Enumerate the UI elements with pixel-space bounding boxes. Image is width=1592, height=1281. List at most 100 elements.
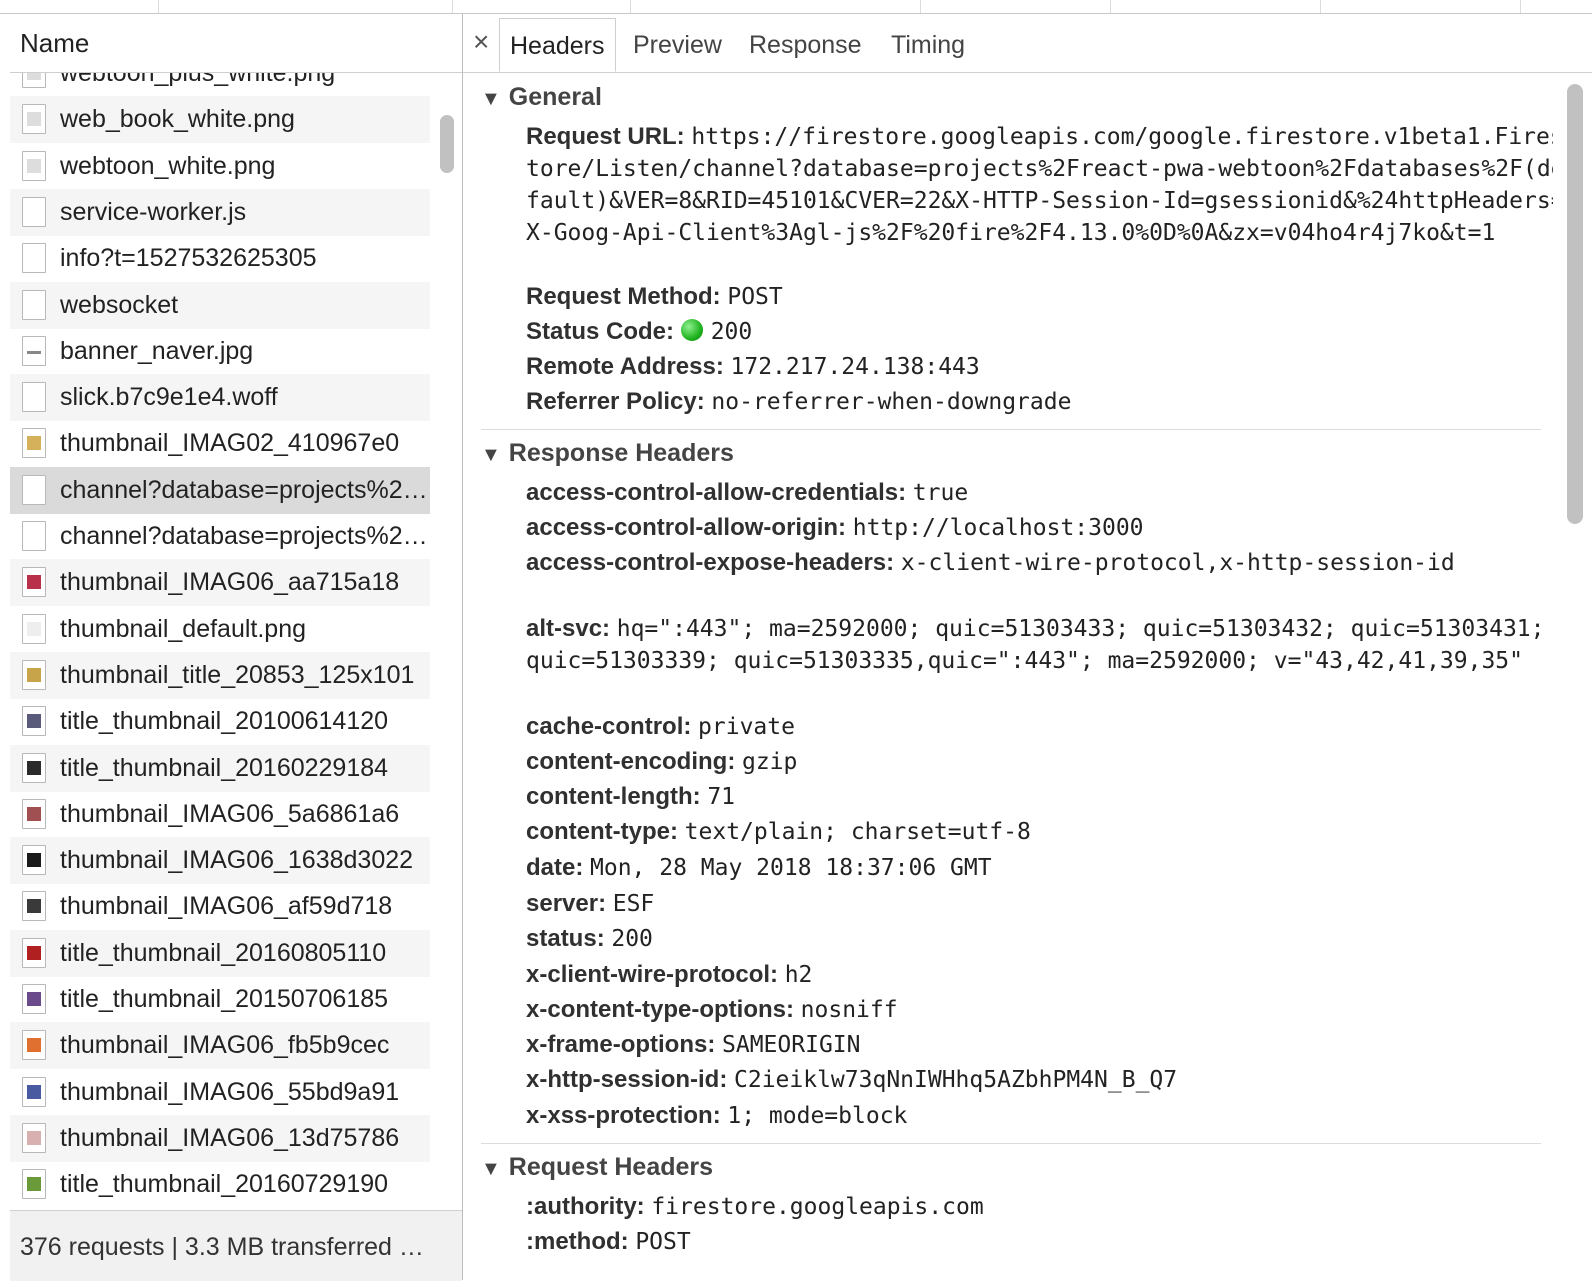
- image-icon: [22, 1076, 46, 1107]
- triangle-down-icon: ▼: [481, 444, 501, 466]
- header-row: access-control-expose-headers: x-client-…: [526, 547, 1553, 579]
- request-row[interactable]: channel?database=projects%2Freact-pwa-we…: [10, 513, 430, 560]
- request-row[interactable]: webtoon_plus_white.png: [10, 73, 430, 97]
- request-name: title_thumbnail_20100614120: [60, 707, 389, 736]
- request-row[interactable]: thumbnail_IMAG06_55bd9a91: [10, 1069, 430, 1116]
- request-name: thumbnail_IMAG06_5a6861a6: [60, 799, 400, 828]
- header-key: :method:: [526, 1228, 629, 1255]
- document-icon: [22, 289, 46, 320]
- header-key: access-control-allow-credentials:: [526, 479, 907, 506]
- request-list-scrollbar[interactable]: [430, 73, 462, 1223]
- request-row[interactable]: websocket: [10, 281, 430, 329]
- header-row: access-control-allow-credentials: true: [526, 477, 1553, 509]
- tab-preview[interactable]: Preview: [623, 18, 732, 72]
- header-row: access-control-allow-origin: http://loca…: [526, 512, 1553, 544]
- image-icon: [22, 1030, 46, 1061]
- header-key: access-control-expose-headers:: [526, 549, 895, 576]
- summary-bar: 376 requests | 3.3 MB transferred …: [10, 1210, 462, 1281]
- request-name: channel?database=projects%2Freact-pwa-we…: [60, 522, 428, 550]
- top-ruler: [0, 0, 1592, 14]
- request-row[interactable]: thumbnail_title_20853_125x101: [10, 651, 430, 699]
- image-icon: [22, 659, 46, 690]
- header-row: x-frame-options: SAMEORIGIN: [526, 1029, 1553, 1061]
- header-key: content-type:: [526, 818, 678, 845]
- header-value: true: [912, 480, 969, 506]
- header-row: date: Mon, 28 May 2018 18:37:06 GMT: [526, 852, 1553, 884]
- header-key: x-frame-options:: [526, 1031, 716, 1058]
- request-row[interactable]: thumbnail_IMAG06_aa715a18: [10, 559, 430, 607]
- request-row[interactable]: thumbnail_IMAG06_13d75786: [10, 1114, 430, 1162]
- image-icon: [22, 567, 46, 598]
- header-value: private: [698, 714, 795, 740]
- header-value: http://localhost:3000: [852, 515, 1144, 541]
- header-key: :authority:: [526, 1193, 645, 1220]
- header-value: text/plain; charset=utf-8: [684, 819, 1031, 845]
- request-row[interactable]: web_book_white.png: [10, 96, 430, 144]
- close-icon[interactable]: ×: [473, 26, 489, 58]
- header-row: content-type: text/plain; charset=utf-8: [526, 816, 1553, 848]
- tab-timing[interactable]: Timing: [881, 18, 975, 72]
- header-key: Status Code:: [526, 318, 675, 345]
- request-headers-section-title: Request Headers: [508, 1153, 714, 1181]
- summary-text: 376 requests | 3.3 MB transferred …: [20, 1233, 424, 1261]
- request-row[interactable]: slick.b7c9e1e4.woff: [10, 374, 430, 422]
- header-row: alt-svc: hq=":443"; ma=2592000; quic=513…: [526, 613, 1553, 677]
- request-row[interactable]: info?t=1527532625305: [10, 235, 430, 282]
- header-row: :authority: firestore.googleapis.com: [526, 1191, 1553, 1223]
- header-key: server:: [526, 890, 607, 917]
- header-key: x-http-session-id:: [526, 1066, 728, 1093]
- request-name: banner_naver.jpg: [60, 336, 254, 365]
- request-row[interactable]: title_thumbnail_20100614120: [10, 698, 430, 745]
- header-row: status: 200: [526, 923, 1553, 955]
- request-row[interactable]: thumbnail_IMAG06_fb5b9cec: [10, 1022, 430, 1070]
- request-row[interactable]: title_thumbnail_20160729190: [10, 1161, 430, 1208]
- header-value: 200: [710, 319, 753, 345]
- header-row: server: ESF: [526, 888, 1553, 920]
- header-key: x-client-wire-protocol:: [526, 961, 779, 988]
- section-divider: [481, 429, 1541, 430]
- header-key: Request URL:: [526, 123, 685, 150]
- request-name: websocket: [60, 290, 179, 319]
- image-bar-icon: [22, 335, 46, 366]
- request-row[interactable]: webtoon_white.png: [10, 143, 430, 190]
- header-key: content-length:: [526, 783, 701, 810]
- header-key: access-control-allow-origin:: [526, 514, 847, 541]
- request-row[interactable]: title_thumbnail_20150706185: [10, 976, 430, 1023]
- tab-response[interactable]: Response: [739, 18, 872, 72]
- header-row: x-client-wire-protocol: h2: [526, 959, 1553, 991]
- request-row[interactable]: thumbnail_IMAG06_5a6861a6: [10, 791, 430, 838]
- request-row[interactable]: title_thumbnail_20160229184: [10, 744, 430, 792]
- header-value: ESF: [612, 891, 655, 917]
- headers-content: ▼ General Request URL: https://firestore.…: [463, 73, 1553, 1280]
- triangle-down-icon: ▼: [481, 88, 501, 110]
- document-icon: [22, 474, 46, 505]
- details-scroll-thumb[interactable]: [1567, 84, 1583, 524]
- request-row[interactable]: title_thumbnail_20160805110: [10, 929, 430, 977]
- header-value: 1; mode=block: [727, 1103, 908, 1129]
- header-row: cache-control: private: [526, 711, 1553, 743]
- request-row[interactable]: thumbnail_IMAG06_af59d718: [10, 883, 430, 930]
- request-name: thumbnail_default.png: [60, 614, 307, 643]
- document-icon: [22, 521, 46, 551]
- request-row[interactable]: channel?database=projects%2Freact-pwa-we…: [10, 466, 430, 514]
- header-value: h2: [784, 962, 813, 988]
- response-headers-section-toggle[interactable]: ▼ Response Headers: [481, 439, 734, 468]
- request-headers-section-toggle[interactable]: ▼ Request Headers: [481, 1153, 713, 1182]
- image-icon: [22, 984, 46, 1014]
- general-section-toggle[interactable]: ▼ General: [481, 83, 602, 112]
- request-name: thumbnail_title_20853_125x101: [60, 660, 415, 689]
- document-icon: [22, 196, 46, 227]
- image-icon: [22, 104, 46, 135]
- document-icon: [22, 243, 46, 274]
- request-name: thumbnail_IMAG06_aa715a18: [60, 568, 400, 597]
- name-column-header[interactable]: Name: [10, 14, 462, 73]
- request-row[interactable]: banner_naver.jpg: [10, 328, 430, 375]
- request-row[interactable]: thumbnail_default.png: [10, 606, 430, 653]
- image-icon: [22, 428, 46, 459]
- request-list: webtoon_plus_white.png web_book_white.png…: [10, 73, 430, 1223]
- request-list-scroll-thumb[interactable]: [440, 115, 454, 173]
- tab-headers[interactable]: Headers: [499, 18, 616, 72]
- request-row[interactable]: service-worker.js: [10, 188, 430, 236]
- request-row[interactable]: thumbnail_IMAG02_410967e0: [10, 420, 430, 467]
- request-row[interactable]: thumbnail_IMAG06_1638d3022: [10, 837, 430, 885]
